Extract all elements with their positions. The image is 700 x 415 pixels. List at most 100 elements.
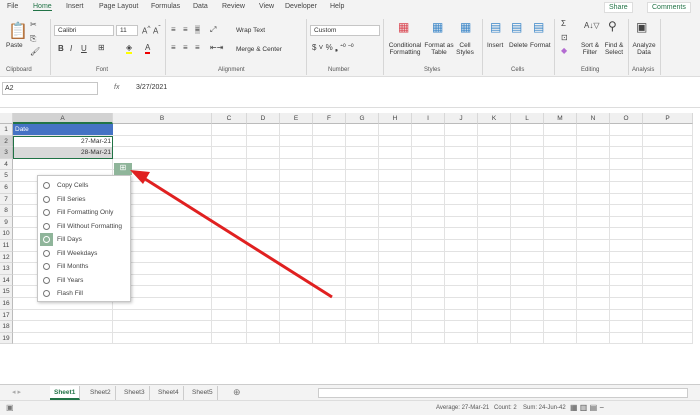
font-size-select[interactable]: 11 [116, 25, 138, 36]
align-left-icon[interactable]: ≡ [171, 43, 176, 52]
column-header-E[interactable]: E [280, 113, 313, 124]
paste-icon[interactable]: 📋 [8, 21, 28, 41]
row-header-4[interactable]: 4 [0, 158, 13, 171]
row-header-3[interactable]: 3 [0, 147, 13, 159]
share-button[interactable]: Share [604, 2, 633, 13]
tab-formulas[interactable]: Formulas [151, 3, 180, 10]
cell-styles-icon[interactable]: ▦ [460, 20, 471, 34]
row-header-5[interactable]: 5 [0, 170, 13, 182]
column-header-B[interactable]: B [113, 113, 212, 124]
row-header-14[interactable]: 14 [0, 274, 13, 287]
name-box[interactable]: A2 [2, 82, 98, 95]
find-select-button[interactable]: Find & Select [602, 42, 626, 56]
menu-item-fill-without-formatting[interactable]: Fill Without Formatting [38, 220, 130, 233]
clear-icon[interactable]: ◆ [561, 46, 567, 55]
column-header-G[interactable]: G [346, 113, 379, 124]
row-header-11[interactable]: 11 [0, 240, 13, 252]
row-header-10[interactable]: 10 [0, 228, 13, 240]
tab-data[interactable]: Data [193, 3, 208, 10]
tab-review[interactable]: Review [222, 3, 245, 10]
bold-icon[interactable]: B [58, 44, 64, 53]
menu-item-flash-fill[interactable]: Flash Fill [38, 287, 130, 300]
currency-icon[interactable]: $ ˅ % ❟ ⁺⁰ ⁻⁰ [312, 43, 354, 53]
tab-developer[interactable]: Developer [285, 3, 317, 10]
delete-button[interactable]: Delete [509, 42, 528, 49]
sort-filter-button[interactable]: Sort & Filter [578, 42, 602, 56]
tab-help[interactable]: Help [330, 3, 344, 10]
menu-item-fill-series[interactable]: Fill Series [38, 193, 130, 206]
fx-icon[interactable]: fx [114, 84, 119, 91]
sheet-tab-sheet1[interactable]: Sheet1 [50, 386, 81, 400]
align-middle-icon[interactable]: ≡ [183, 25, 188, 34]
align-center-icon[interactable]: ≡ [183, 43, 188, 52]
cell-A1[interactable]: Date [13, 124, 113, 135]
analyze-data-icon[interactable]: ▣ [636, 20, 647, 34]
tab-view[interactable]: View [259, 3, 274, 10]
horizontal-scrollbar[interactable] [318, 388, 688, 398]
add-sheet-icon[interactable]: ⊕ [233, 387, 241, 398]
paste-button[interactable]: Paste [6, 42, 23, 49]
row-header-16[interactable]: 16 [0, 298, 13, 310]
column-header-K[interactable]: K [478, 113, 511, 124]
row-header-19[interactable]: 19 [0, 332, 13, 345]
underline-icon[interactable]: U [81, 44, 87, 53]
font-color-icon[interactable]: A [145, 43, 151, 54]
indent-icon[interactable]: ⇤⇥ [210, 43, 223, 52]
menu-item-fill-days[interactable]: Fill Days [38, 233, 130, 246]
row-header-7[interactable]: 7 [0, 193, 13, 206]
row-header-18[interactable]: 18 [0, 321, 13, 333]
auto-fill-options-button[interactable]: ⊞ [114, 163, 132, 175]
column-header-A[interactable]: A [13, 113, 113, 124]
column-header-J[interactable]: J [445, 113, 478, 124]
column-header-I[interactable]: I [412, 113, 445, 124]
menu-item-fill-formatting-only[interactable]: Fill Formatting Only [38, 206, 130, 219]
sheet-tab-sheet3[interactable]: Sheet3 [120, 386, 150, 400]
format-painter-icon[interactable]: 🖌 [30, 47, 40, 56]
sort-filter-icon[interactable]: A↓▽ [584, 21, 600, 30]
fill-color-icon[interactable]: ◈ [126, 43, 133, 54]
cut-icon[interactable]: ✂ [30, 20, 37, 29]
column-header-M[interactable]: M [544, 113, 577, 124]
column-header-C[interactable]: C [212, 113, 247, 124]
column-header-L[interactable]: L [511, 113, 544, 124]
column-header-P[interactable]: P [643, 113, 693, 124]
find-icon[interactable]: ⚲ [608, 19, 617, 33]
menu-item-fill-months[interactable]: Fill Months [38, 260, 130, 273]
cell-styles-button[interactable]: Cell Styles [454, 42, 476, 56]
insert-button[interactable]: Insert [487, 42, 503, 49]
increase-font-icon[interactable]: A^ [142, 25, 150, 36]
orientation-icon[interactable]: ⤢ [210, 25, 216, 35]
sheet-tab-sheet2[interactable]: Sheet2 [86, 386, 116, 400]
align-top-icon[interactable]: ≡ [171, 25, 176, 34]
sheet-tab-sheet4[interactable]: Sheet4 [154, 386, 184, 400]
column-header-F[interactable]: F [313, 113, 346, 124]
merge-center-button[interactable]: Merge & Center [236, 46, 282, 53]
tab-file[interactable]: File [7, 3, 18, 10]
scroll-tabs-icon[interactable]: ◂ ▸ [12, 388, 21, 396]
decrease-font-icon[interactable]: Aˇ [153, 25, 161, 36]
row-header-1[interactable]: 1 [0, 124, 13, 136]
format-button[interactable]: Format [530, 42, 551, 49]
tab-page-layout[interactable]: Page Layout [99, 3, 138, 10]
column-header-O[interactable]: O [610, 113, 643, 124]
analyze-data-button[interactable]: Analyze Data [631, 42, 657, 56]
row-header-8[interactable]: 8 [0, 205, 13, 217]
format-table-icon[interactable]: ▦ [432, 20, 443, 34]
conditional-formatting-icon[interactable]: ▦ [398, 20, 409, 34]
delete-cells-icon[interactable]: ▤ [511, 20, 522, 34]
format-as-table-button[interactable]: Format as Table [424, 42, 454, 56]
formula-input[interactable]: 3/27/2021 [136, 84, 167, 91]
insert-cells-icon[interactable]: ▤ [490, 20, 501, 34]
comments-button[interactable]: Comments [647, 2, 691, 13]
select-all-corner[interactable] [0, 113, 13, 124]
number-format-select[interactable]: Custom [310, 25, 380, 36]
row-header-12[interactable]: 12 [0, 251, 13, 264]
row-header-13[interactable]: 13 [0, 263, 13, 275]
autosum-icon[interactable]: Σ [561, 19, 566, 28]
format-cells-icon[interactable]: ▤ [533, 20, 544, 34]
row-header-2[interactable]: 2 [0, 135, 13, 148]
row-header-9[interactable]: 9 [0, 216, 13, 229]
menu-item-copy-cells[interactable]: Copy Cells [38, 179, 130, 192]
align-right-icon[interactable]: ≡ [195, 43, 200, 52]
view-buttons-icon[interactable]: ▦ ▥ ▤ − [570, 403, 604, 412]
